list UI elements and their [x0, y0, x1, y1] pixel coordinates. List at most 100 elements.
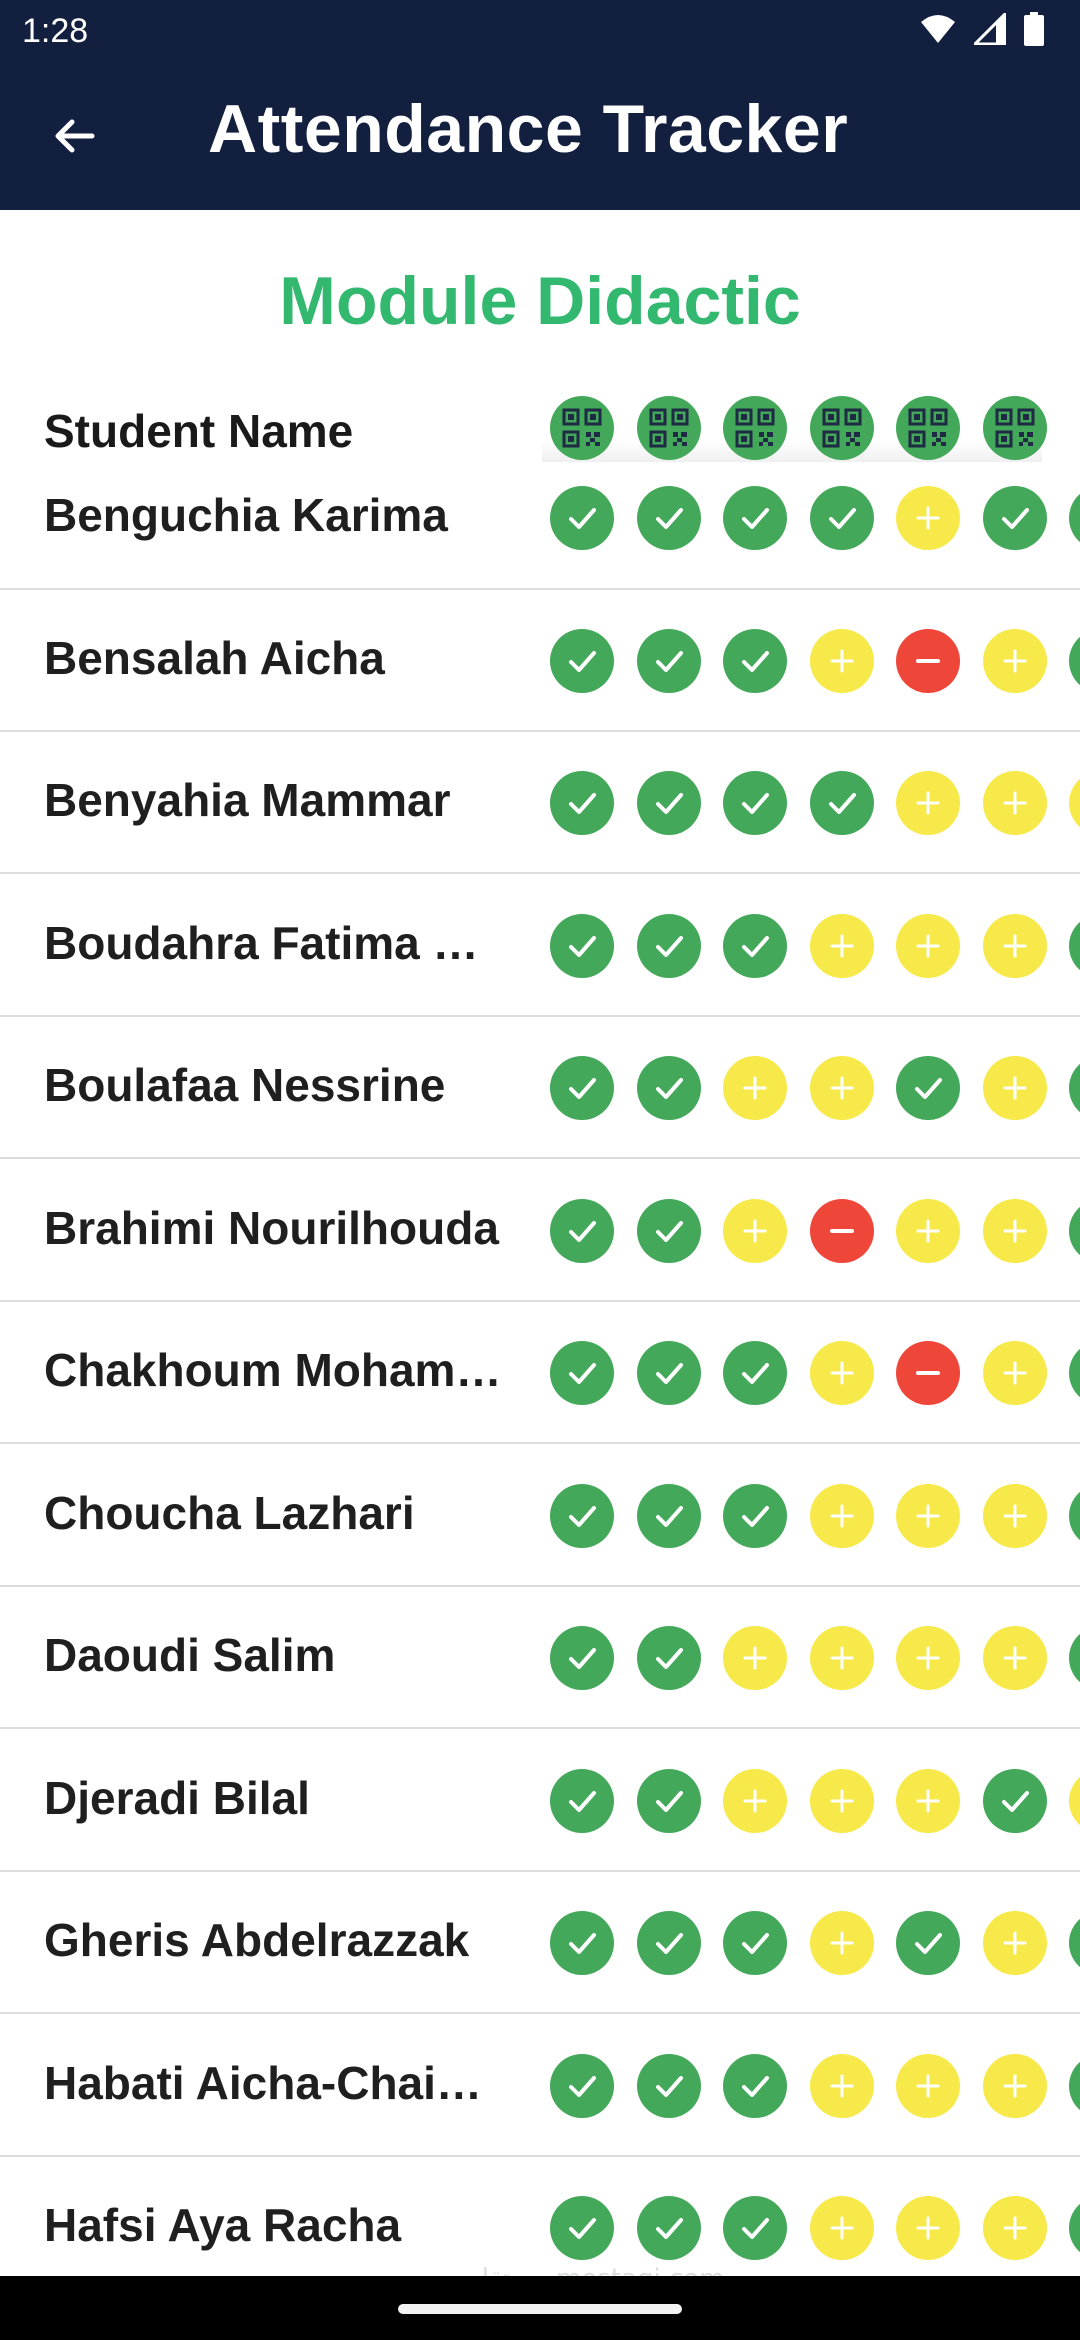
attendance-mark-present[interactable]: [1069, 2053, 1080, 2118]
attendance-mark-late[interactable]: [896, 913, 960, 978]
attendance-mark-late[interactable]: [809, 2196, 874, 2260]
attendance-mark-present[interactable]: [1069, 1056, 1080, 1120]
attendance-mark-present[interactable]: [550, 486, 614, 550]
attendance-mark-late[interactable]: [723, 1198, 787, 1263]
attendance-mark-present[interactable]: [1069, 628, 1080, 693]
attendance-mark-late[interactable]: [896, 1626, 960, 1690]
attendance-mark-late[interactable]: [809, 913, 874, 978]
attendance-mark-absent[interactable]: [896, 1341, 960, 1405]
attendance-mark-present[interactable]: [550, 771, 614, 835]
attendance-mark-late[interactable]: [809, 1483, 874, 1548]
attendance-mark-present[interactable]: [636, 1483, 701, 1548]
attendance-mark-present[interactable]: [723, 1911, 787, 1975]
attendance-mark-present[interactable]: [550, 1768, 614, 1833]
attendance-mark-present[interactable]: [550, 1483, 614, 1548]
attendance-mark-present[interactable]: [636, 1911, 701, 1975]
attendance-mark-present[interactable]: [723, 628, 787, 693]
attendance-mark-present[interactable]: [723, 913, 787, 978]
student-row[interactable]: Habati Aicha-Chai…: [0, 2014, 1080, 2157]
attendance-mark-present[interactable]: [636, 2053, 701, 2118]
attendance-mark-present[interactable]: [1069, 1626, 1080, 1690]
attendance-mark-late[interactable]: [809, 1911, 874, 1975]
attendance-mark-present[interactable]: [636, 486, 701, 550]
attendance-mark-late[interactable]: [982, 1483, 1047, 1548]
attendance-mark-present[interactable]: [636, 1768, 701, 1833]
attendance-mark-present[interactable]: [1069, 1911, 1080, 1975]
attendance-mark-late[interactable]: [982, 913, 1047, 978]
attendance-mark-present[interactable]: [1069, 1483, 1080, 1548]
attendance-mark-late[interactable]: [982, 628, 1047, 693]
attendance-mark-present[interactable]: [550, 628, 614, 693]
attendance-mark-late[interactable]: [896, 2053, 960, 2118]
attendance-mark-late[interactable]: [809, 1056, 874, 1120]
attendance-mark-present[interactable]: [636, 1198, 701, 1263]
student-row[interactable]: Boulafaa Nessrine: [0, 1016, 1080, 1159]
attendance-mark-present[interactable]: [809, 771, 874, 835]
attendance-mark-late[interactable]: [982, 2053, 1047, 2118]
attendance-mark-present[interactable]: [982, 1768, 1047, 1833]
attendance-mark-present[interactable]: [550, 1198, 614, 1263]
student-row[interactable]: Benyahia Mammar: [0, 731, 1080, 874]
attendance-mark-present[interactable]: [550, 2053, 614, 2118]
attendance-mark-present[interactable]: [550, 2196, 614, 2260]
attendance-mark-present[interactable]: [723, 486, 787, 550]
student-row[interactable]: Daoudi Salim: [0, 1586, 1080, 1729]
home-handle[interactable]: [398, 2304, 682, 2314]
attendance-mark-present[interactable]: [636, 2196, 701, 2260]
attendance-mark-late[interactable]: [982, 771, 1047, 835]
attendance-mark-present[interactable]: [636, 1056, 701, 1120]
attendance-mark-late[interactable]: [809, 2053, 874, 2118]
attendance-mark-absent[interactable]: [809, 1198, 874, 1263]
attendance-mark-late[interactable]: [982, 2196, 1047, 2260]
attendance-mark-late[interactable]: [809, 628, 874, 693]
attendance-mark-late[interactable]: [1069, 1768, 1080, 1833]
attendance-mark-late[interactable]: [896, 1768, 960, 1833]
attendance-mark-present[interactable]: [723, 2053, 787, 2118]
attendance-mark-present[interactable]: [723, 771, 787, 835]
attendance-mark-absent[interactable]: [896, 628, 960, 693]
attendance-mark-present[interactable]: [896, 1911, 960, 1975]
attendance-mark-late[interactable]: [896, 2196, 960, 2260]
attendance-mark-present[interactable]: [636, 771, 701, 835]
attendance-mark-late[interactable]: [982, 1198, 1047, 1263]
attendance-mark-present[interactable]: [550, 1056, 614, 1120]
student-row[interactable]: Gheris Abdelrazzak: [0, 1871, 1080, 2014]
attendance-mark-late[interactable]: [1069, 771, 1080, 835]
attendance-mark-late[interactable]: [723, 1056, 787, 1120]
attendance-mark-late[interactable]: [982, 1341, 1047, 1405]
attendance-mark-late[interactable]: [723, 1626, 787, 1690]
attendance-mark-late[interactable]: [896, 771, 960, 835]
attendance-mark-present[interactable]: [636, 1626, 701, 1690]
attendance-mark-late[interactable]: [809, 1768, 874, 1833]
attendance-mark-present[interactable]: [809, 486, 874, 550]
attendance-mark-present[interactable]: [723, 1341, 787, 1405]
attendance-mark-late[interactable]: [896, 1198, 960, 1263]
attendance-mark-present[interactable]: [550, 1911, 614, 1975]
attendance-mark-late[interactable]: [896, 486, 960, 550]
attendance-mark-present[interactable]: [1069, 2196, 1080, 2260]
attendance-mark-late[interactable]: [982, 1911, 1047, 1975]
attendance-mark-present[interactable]: [1069, 913, 1080, 978]
attendance-mark-present[interactable]: [723, 2196, 787, 2260]
attendance-mark-late[interactable]: [982, 1056, 1047, 1120]
student-row[interactable]: Brahimi Nourilhouda: [0, 1159, 1080, 1302]
attendance-mark-present[interactable]: [1069, 486, 1080, 550]
attendance-mark-present[interactable]: [636, 1341, 701, 1405]
student-row[interactable]: Chakhoum Moham…: [0, 1301, 1080, 1444]
attendance-mark-present[interactable]: [1069, 1341, 1080, 1405]
attendance-mark-present[interactable]: [982, 486, 1047, 550]
student-row[interactable]: Benguchia Karima: [0, 446, 1080, 590]
attendance-mark-present[interactable]: [636, 628, 701, 693]
attendance-mark-late[interactable]: [809, 1341, 874, 1405]
student-row[interactable]: Bensalah Aicha: [0, 589, 1080, 732]
attendance-mark-present[interactable]: [636, 913, 701, 978]
student-row[interactable]: Djeradi Bilal: [0, 1729, 1080, 1872]
back-button[interactable]: [40, 104, 108, 172]
attendance-mark-present[interactable]: [550, 1626, 614, 1690]
attendance-mark-late[interactable]: [723, 1768, 787, 1833]
attendance-mark-present[interactable]: [723, 1483, 787, 1548]
attendance-mark-present[interactable]: [550, 1341, 614, 1405]
attendance-mark-late[interactable]: [982, 1626, 1047, 1690]
attendance-mark-present[interactable]: [896, 1056, 960, 1120]
student-row[interactable]: Choucha Lazhari: [0, 1444, 1080, 1587]
